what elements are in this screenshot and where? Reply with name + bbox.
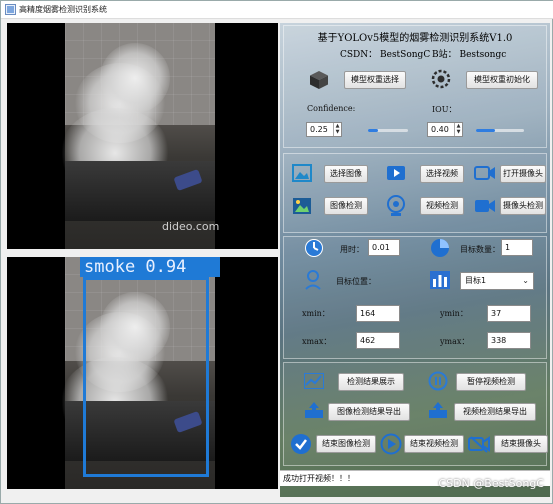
detection-label: smoke 0.94: [80, 257, 220, 277]
position-label: 目标位置：: [336, 277, 376, 286]
line-chart-icon: [304, 373, 324, 389]
confidence-spinbox[interactable]: 0.25 ▲ ▼: [306, 122, 342, 137]
bar-chart-icon: [430, 271, 450, 289]
footer-credit: CSDN @BestSongC: [438, 477, 544, 490]
end-video-button[interactable]: 结束视频检测: [404, 435, 464, 453]
xmax-field[interactable]: 462: [356, 332, 400, 349]
export-video-icon: [429, 402, 447, 418]
pause-video-button[interactable]: 暂停视频检测: [456, 373, 526, 391]
original-video-pane: dideo.com: [7, 23, 278, 249]
iou-slider[interactable]: [476, 129, 524, 132]
control-panel: 基于YOLOv5模型的烟雾检测识别系统V1.0 CSDN： BestSongC …: [280, 23, 550, 497]
spin-arrows-icon[interactable]: ▲ ▼: [454, 123, 462, 136]
cube-icon: [310, 71, 328, 89]
clock-icon: [305, 239, 323, 257]
camera-icon: [474, 166, 495, 180]
video-play-icon: [387, 166, 405, 180]
settings-target-icon: [431, 69, 451, 89]
time-field[interactable]: 0.01: [368, 239, 400, 256]
count-label: 目标数量：: [460, 245, 500, 254]
confidence-slider[interactable]: [368, 129, 408, 132]
app-icon: [5, 4, 16, 15]
stop-video-icon: [380, 433, 402, 455]
select-video-button[interactable]: 选择视频: [420, 165, 464, 183]
detection-result-pane: smoke 0.94: [7, 257, 278, 489]
detection-box: [83, 277, 209, 477]
select-image-button[interactable]: 选择图像: [324, 165, 368, 183]
ymin-field[interactable]: 37: [487, 305, 531, 322]
original-frame: dideo.com: [60, 23, 219, 249]
target-select[interactable]: 目标1 ⌄: [460, 272, 534, 290]
count-field[interactable]: 1: [501, 239, 533, 256]
pause-icon: [428, 371, 448, 391]
xmax-label: xmax：: [302, 337, 332, 346]
iou-spinbox[interactable]: 0.40 ▲ ▼: [427, 122, 463, 137]
video-detect-button[interactable]: 视频检测: [420, 197, 464, 215]
ymax-field[interactable]: 338: [487, 332, 531, 349]
end-camera-button[interactable]: 结束摄像头: [494, 435, 548, 453]
upload-icon: [305, 402, 323, 418]
model-init-button[interactable]: 模型权重初始化: [466, 71, 538, 89]
webcam-icon: [387, 195, 405, 216]
app-heading: 基于YOLOv5模型的烟雾检测识别系统V1.0: [317, 33, 513, 44]
image-icon: [292, 164, 312, 182]
end-image-button[interactable]: 结束图像检测: [316, 435, 376, 453]
xmin-label: xmin：: [302, 309, 330, 318]
model-select-button[interactable]: 模型权重选择: [344, 71, 406, 89]
stop-camera-icon: [468, 436, 490, 453]
pie-chart-icon: [431, 239, 449, 257]
xmin-field[interactable]: 164: [356, 305, 400, 322]
bilibili-label: B站： Bestsongc: [432, 50, 507, 60]
chevron-down-icon: ⌄: [522, 276, 529, 285]
video-watermark: dideo.com: [162, 220, 220, 233]
csdn-label: CSDN： BestSongC: [340, 50, 431, 60]
ymin-label: ymin：: [440, 309, 468, 318]
time-label: 用时：: [340, 245, 364, 254]
camera-detect-icon: [475, 200, 495, 212]
check-circle-icon: [291, 434, 311, 454]
iou-label: IOU：: [432, 105, 457, 114]
export-image-button[interactable]: 图像检测结果导出: [328, 403, 410, 421]
spin-arrows-icon[interactable]: ▲ ▼: [333, 123, 341, 136]
app-window: 高精度烟雾检测识别系统 dideo.com smoke 0.94 基于YOLOv…: [0, 0, 553, 504]
camera-detect-button[interactable]: 摄像头检测: [500, 197, 546, 215]
location-pin-icon: [305, 270, 321, 290]
open-camera-button[interactable]: 打开摄像头: [500, 165, 546, 183]
image-detect-icon: [293, 198, 311, 214]
window-title: 高精度烟雾检测识别系统: [19, 5, 107, 14]
ymax-label: ymax：: [440, 337, 470, 346]
image-detect-button[interactable]: 图像检测: [324, 197, 368, 215]
confidence-label: Confidence:: [307, 104, 356, 113]
export-video-button[interactable]: 视频检测结果导出: [454, 403, 536, 421]
show-results-button[interactable]: 检测结果展示: [338, 373, 404, 391]
title-bar: 高精度烟雾检测识别系统: [1, 1, 553, 19]
